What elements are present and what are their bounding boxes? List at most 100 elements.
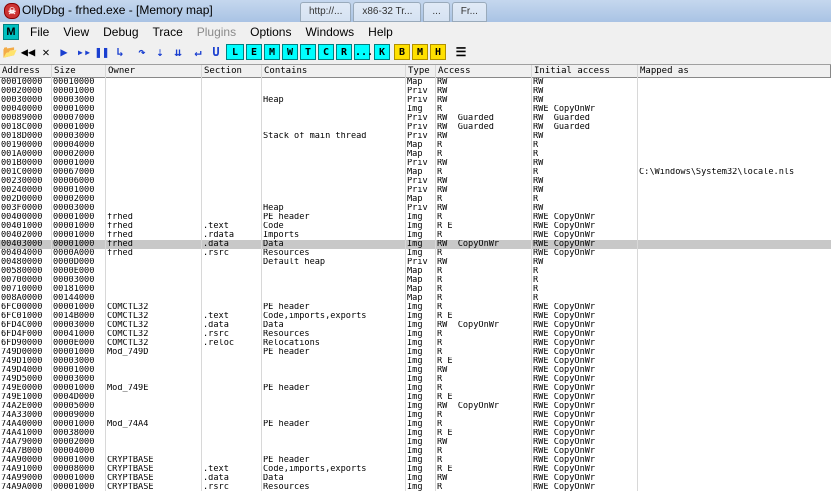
run-icon[interactable]: ▶ bbox=[56, 44, 72, 60]
table-row[interactable]: 74A9A000 00001000 CRYPTBASE .rsrc Resources I… bbox=[0, 483, 831, 491]
column-divider[interactable] bbox=[405, 65, 406, 491]
table-row[interactable]: 00089000 00007000 Priv RW Guarded RW Guarded bbox=[0, 114, 831, 123]
step-over-icon[interactable]: ↷ bbox=[134, 44, 150, 60]
table-row[interactable]: 74A2E000 00005000 Img RW CopyOnWr RWE CopyOn… bbox=[0, 402, 831, 411]
table-row[interactable]: 74A90000 00001000 CRYPTBASE PE header Img R RW… bbox=[0, 456, 831, 465]
title-bar[interactable]: ☠ OllyDbg - frhed.exe - [Memory map] htt… bbox=[0, 0, 831, 23]
table-row[interactable]: 00190000 00004000 Map R R bbox=[0, 141, 831, 150]
table-row[interactable]: 00030000 00003000 Heap Priv RW RW bbox=[0, 96, 831, 105]
table-row[interactable]: 74A33000 00009000 Img R RWE CopyOnWr bbox=[0, 411, 831, 420]
column-divider[interactable] bbox=[105, 65, 106, 491]
table-row[interactable]: 6FC00000 00001000 COMCTL32 PE header Img R RWE… bbox=[0, 303, 831, 312]
table-row[interactable]: 6FC01000 0014B000 COMCTL32 .text Code,import… bbox=[0, 312, 831, 321]
mdi-window-icon[interactable]: M bbox=[3, 24, 19, 40]
column-header-owner[interactable]: Owner bbox=[106, 65, 202, 77]
table-row[interactable]: 002D0000 00002000 Map R R bbox=[0, 195, 831, 204]
table-row[interactable]: 74A99000 00001000 CRYPTBASE .data Data Img RW R… bbox=[0, 474, 831, 483]
run-trace-button[interactable]: ... bbox=[354, 44, 373, 60]
trace-over-icon[interactable]: ⇊ bbox=[170, 44, 186, 60]
table-row[interactable]: 00580000 0000E000 Map R R bbox=[0, 267, 831, 276]
table-row[interactable]: 001A0000 00002000 Map R R bbox=[0, 150, 831, 159]
threads-button[interactable]: T bbox=[300, 44, 316, 60]
table-row[interactable]: 001B0000 00001000 Priv RW RW bbox=[0, 159, 831, 168]
background-tab[interactable]: ... bbox=[423, 2, 450, 22]
column-header-access[interactable]: Access bbox=[436, 65, 532, 77]
table-row[interactable]: 00010000 00010000 Map RW RW bbox=[0, 78, 831, 87]
open-icon[interactable]: 📂 bbox=[2, 44, 18, 60]
column-divider[interactable] bbox=[201, 65, 202, 491]
windows-button[interactable]: W bbox=[282, 44, 298, 60]
table-row[interactable]: 003F0000 00003000 Heap Priv RW RW bbox=[0, 204, 831, 213]
background-tab[interactable]: Fr... bbox=[451, 2, 487, 22]
restart-icon[interactable]: ◀◀ bbox=[20, 44, 36, 60]
table-row[interactable]: 74A41000 00038000 Img R E RWE CopyOnWr bbox=[0, 429, 831, 438]
menu-options[interactable]: Options bbox=[243, 22, 298, 42]
references-button[interactable]: R bbox=[336, 44, 352, 60]
trace-into-icon[interactable]: ⇣ bbox=[152, 44, 168, 60]
step-into-icon[interactable]: ↳ bbox=[112, 44, 128, 60]
menu-file[interactable]: File bbox=[23, 22, 56, 42]
options-list-icon[interactable]: ☰ bbox=[452, 44, 470, 60]
table-row[interactable]: 00401000 00001000 frhed .text Code Img R E RWE … bbox=[0, 222, 831, 231]
menu-windows[interactable]: Windows bbox=[298, 22, 361, 42]
table-row[interactable]: 6FD4F000 00041000 COMCTL32 .rsrc Resources Im… bbox=[0, 330, 831, 339]
table-row[interactable]: 6FD90000 0000E000 COMCTL32 .reloc Relocation… bbox=[0, 339, 831, 348]
modules-button[interactable]: E bbox=[246, 44, 262, 60]
execute-till-user-icon[interactable]: U bbox=[208, 44, 224, 60]
table-row[interactable]: 74A40000 00001000 Mod_74A4 PE header Img R RWE… bbox=[0, 420, 831, 429]
table-row[interactable]: 749D1000 00003000 Img R E RWE CopyOnWr bbox=[0, 357, 831, 366]
column-header-type[interactable]: Type bbox=[406, 65, 436, 77]
column-header-section[interactable]: Section bbox=[202, 65, 262, 77]
table-row[interactable]: 001C0000 00067000 Map R R C:\Windows\System32… bbox=[0, 168, 831, 177]
menu-plugins[interactable]: Plugins bbox=[190, 22, 243, 42]
memory-breakpoints-button[interactable]: M bbox=[412, 44, 428, 60]
pause-icon[interactable]: ❚❚ bbox=[94, 44, 110, 60]
column-divider[interactable] bbox=[51, 65, 52, 491]
patches-button[interactable]: K bbox=[374, 44, 390, 60]
table-row[interactable]: 74A7B000 00004000 Img R RWE CopyOnWr bbox=[0, 447, 831, 456]
table-row[interactable]: 74A79000 00002000 Img RW RWE CopyOnWr bbox=[0, 438, 831, 447]
table-row[interactable]: 00700000 00003000 Map R R bbox=[0, 276, 831, 285]
table-row[interactable]: 00240000 00001000 Priv RW RW bbox=[0, 186, 831, 195]
menu-view[interactable]: View bbox=[56, 22, 96, 42]
table-row[interactable]: 74A91000 00008000 CRYPTBASE .text Code,impor… bbox=[0, 465, 831, 474]
table-row[interactable]: 00230000 00006000 Priv RW RW bbox=[0, 177, 831, 186]
table-row[interactable]: 00710000 00181000 Map R R bbox=[0, 285, 831, 294]
table-row[interactable]: 749D0000 00001000 Mod_749D PE header Img R RWE… bbox=[0, 348, 831, 357]
table-row[interactable]: 749E0000 00001000 Mod_749E PE header Img R RWE… bbox=[0, 384, 831, 393]
table-row[interactable]: 00020000 00001000 Priv RW RW bbox=[0, 87, 831, 96]
table-row[interactable]: 0018D000 00003000 Stack of main thread Priv… bbox=[0, 132, 831, 141]
table-row[interactable]: 00402000 00001000 frhed .rdata Imports Img R RW… bbox=[0, 231, 831, 240]
table-row[interactable]: 6FD4C000 00003000 COMCTL32 .data Data Img RW C… bbox=[0, 321, 831, 330]
background-tab[interactable]: http://... bbox=[300, 2, 352, 22]
close-icon[interactable]: ✕ bbox=[38, 44, 54, 60]
table-row[interactable]: 008A0000 00144000 Map R R bbox=[0, 294, 831, 303]
table-row[interactable]: 749E1000 0004D000 Img R E RWE CopyOnWr bbox=[0, 393, 831, 402]
table-row[interactable]: 00403000 00001000 frhed .data Data Img RW Copy… bbox=[0, 240, 831, 249]
menu-help[interactable]: Help bbox=[361, 22, 400, 42]
column-header-contains[interactable]: Contains bbox=[262, 65, 406, 77]
cpu-button[interactable]: C bbox=[318, 44, 334, 60]
column-divider[interactable] bbox=[261, 65, 262, 491]
table-row[interactable]: 0018C000 00001000 Priv RW Guarded RW Guarded bbox=[0, 123, 831, 132]
menu-trace[interactable]: Trace bbox=[146, 22, 190, 42]
column-divider[interactable] bbox=[531, 65, 532, 491]
table-row[interactable]: 749D4000 00001000 Img RW RWE CopyOnWr bbox=[0, 366, 831, 375]
table-row[interactable]: 749D5000 00003000 Img R RWE CopyOnWr bbox=[0, 375, 831, 384]
hardware-breakpoints-button[interactable]: H bbox=[430, 44, 446, 60]
table-row[interactable]: 00400000 00001000 frhed PE header Img R RWE Co… bbox=[0, 213, 831, 222]
table-row[interactable]: 00040000 00001000 Img R RWE CopyOnWr bbox=[0, 105, 831, 114]
column-header-initial-access[interactable]: Initial access bbox=[532, 65, 638, 77]
execute-till-return-icon[interactable]: ↵ bbox=[190, 44, 206, 60]
menu-debug[interactable]: Debug bbox=[96, 22, 145, 42]
background-tab[interactable]: x86-32 Tr... bbox=[353, 2, 422, 22]
column-header-address[interactable]: Address bbox=[0, 65, 52, 77]
column-divider[interactable] bbox=[637, 65, 638, 491]
table-row[interactable]: 00480000 0000D000 Default heap Priv RW RW bbox=[0, 258, 831, 267]
breakpoints-button[interactable]: B bbox=[394, 44, 410, 60]
run-thread-icon[interactable]: ▸▸ bbox=[76, 44, 92, 60]
log-button[interactable]: L bbox=[226, 44, 244, 60]
column-divider[interactable] bbox=[435, 65, 436, 491]
column-header-mapped-as[interactable]: Mapped as bbox=[638, 65, 831, 77]
memory-button[interactable]: M bbox=[264, 44, 280, 60]
